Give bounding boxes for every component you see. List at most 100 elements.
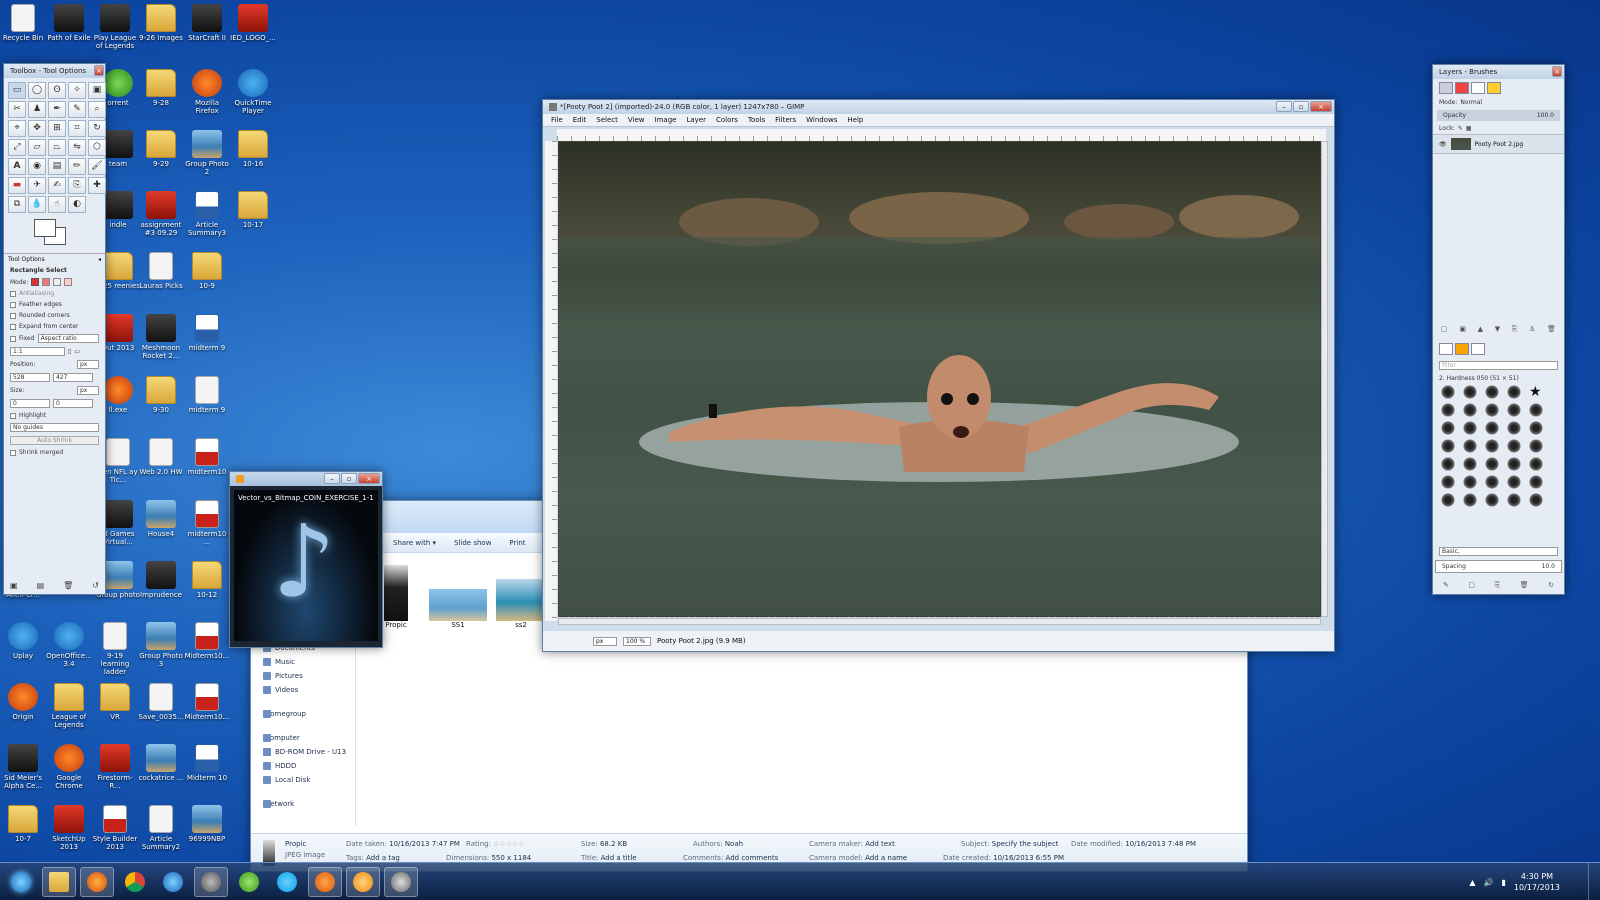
opacity-value[interactable]: 100.0 [1537,112,1554,119]
brush-preset[interactable] [1463,421,1477,435]
lock-alpha-icon[interactable]: ▦ [1466,125,1472,132]
toolbox-titlebar[interactable]: Toolbox - Tool Options × [4,64,105,78]
spacing-row[interactable]: Spacing 10.0 [1435,560,1562,573]
close-icon[interactable]: × [358,473,380,484]
desktop-icon[interactable]: League of Legends [46,683,92,729]
fixed-dropdown[interactable]: Aspect ratio [37,334,99,343]
share-with-button[interactable]: Share with ▾ [393,539,436,547]
nav-network[interactable]: Network [251,797,355,811]
desktop-icon[interactable]: assignment #3 09.29 [138,191,184,237]
lower-layer-icon[interactable]: ▼ [1495,325,1500,334]
desktop-icon[interactable]: Firestorm-R... [92,744,138,790]
lock-pixels-icon[interactable]: ✎ [1458,125,1463,132]
edit-brush-icon[interactable]: ✎ [1443,581,1449,590]
desktop-icon[interactable]: Recycle Bin [0,4,46,42]
desktop-icon[interactable]: QuickTime Player [230,69,276,115]
desktop-icon[interactable]: Play League of Legends [92,4,138,50]
desktop-icon[interactable]: 9-30 [138,376,184,414]
pencil-icon[interactable]: ✏ [68,158,86,175]
mode-replace-icon[interactable] [31,278,40,286]
highlight-checkbox[interactable] [10,412,16,419]
visibility-eye-icon[interactable]: 👁 [1439,141,1447,148]
tab-menu-icon[interactable]: ◂ [98,256,101,263]
desktop-icon[interactable]: 96999NBP [184,805,230,843]
desktop-icon[interactable]: Style Builder 2013 [92,805,138,851]
desktop-icon[interactable]: Meshmoon Rocket 2... [138,314,184,360]
desktop-icon[interactable]: 10-9 [184,252,230,290]
layer-name[interactable]: Pooty Poot 2.jpg [1475,141,1524,148]
taskbar-utorrent[interactable] [232,867,266,897]
zoom-select[interactable]: 100 % [623,636,651,646]
maximize-icon[interactable]: ▫ [1293,101,1309,112]
brush-preset[interactable] [1485,385,1499,399]
taskbar-origin[interactable] [308,866,342,897]
desktop-icon[interactable]: OpenOffice... 3.4 [46,622,92,668]
brush-preset[interactable] [1441,421,1455,435]
desktop-icon[interactable]: 9-26 Images [138,4,184,42]
foreground-color-swatch[interactable] [34,219,56,237]
taskbar-wilber[interactable] [384,866,418,897]
network-icon[interactable]: ▮ [1501,878,1505,887]
authors-value[interactable]: Noah [725,840,743,848]
shrink-merged-checkbox[interactable] [10,449,16,456]
desktop-icon[interactable]: Uplay [0,622,46,660]
rounded-option[interactable]: Rounded corners [4,310,105,321]
nav-homegroup[interactable]: Homegroup [251,707,355,721]
thumb-propic[interactable]: Propic [381,565,411,629]
desktop-icon[interactable]: VR [92,683,138,721]
brush-preset[interactable] [1463,457,1477,471]
brush-preset[interactable] [1463,493,1477,507]
menu-windows[interactable]: Windows [806,116,837,124]
nav-music[interactable]: Music [251,655,355,669]
brushes-tab-icon[interactable] [1439,343,1453,355]
taskbar-skype[interactable] [270,867,304,897]
lasso-icon[interactable]: ʘ [48,82,66,99]
brush-preset[interactable] [1485,475,1499,489]
taskbar-firefox[interactable] [80,866,114,897]
menu-image[interactable]: Image [655,116,677,124]
horizontal-scrollbar[interactable] [558,618,1321,625]
menu-file[interactable]: File [551,116,563,124]
brush-preset[interactable] [1529,475,1543,489]
opacity-row[interactable]: Opacity 100.0 [1437,110,1560,121]
reset-options-icon[interactable]: ↺ [92,581,99,590]
slideshow-button[interactable]: Slide show [454,539,491,547]
unit-select[interactable]: px [593,636,617,646]
nav-local-disk[interactable]: Local Disk [251,773,355,787]
gradients-tab-icon[interactable] [1471,343,1485,355]
rounded-checkbox[interactable] [10,312,16,319]
desktop-icon[interactable]: Midterm10... [184,683,230,721]
maximize-icon[interactable]: ▫ [341,473,357,484]
horizontal-ruler[interactable] [557,129,1326,141]
close-icon[interactable]: × [94,65,104,76]
desktop-icon[interactable]: cockatrice ... [138,744,184,782]
menu-tools[interactable]: Tools [748,116,765,124]
airbrush-icon[interactable]: ✈ [28,177,46,194]
desktop-icon[interactable]: midterm10 [184,438,230,476]
desktop-icon[interactable]: Midterm 10 [184,744,230,782]
desktop-icon[interactable]: 10-7 [0,805,46,843]
brush-preset[interactable] [1485,457,1499,471]
position-y-input[interactable]: 427 [53,373,93,382]
menu-filters[interactable]: Filters [775,116,796,124]
paths-tab-icon[interactable] [1471,82,1485,94]
brush-filter-input[interactable]: filter [1439,361,1558,370]
desktop-icon[interactable]: Lauras Picks [138,252,184,290]
brush-preset[interactable] [1485,439,1499,453]
rect-select-icon[interactable]: ▭ [8,82,26,99]
heal-icon[interactable]: ✚ [88,177,106,194]
new-group-icon[interactable]: ▣ [1459,325,1466,334]
desktop-icon[interactable]: 10-16 [230,130,276,168]
desktop-icon[interactable]: Imprudence [138,561,184,599]
portrait-icon[interactable]: ▯ [68,348,71,355]
fixed-checkbox[interactable] [10,335,16,342]
clock[interactable]: 4:30 PM 10/17/2013 [1514,871,1560,893]
menu-view[interactable]: View [628,116,645,124]
spacing-value[interactable]: 10.0 [1542,563,1555,570]
brush-preset[interactable] [1441,439,1455,453]
camera-model-value[interactable]: Add a name [865,854,907,862]
brush-preset[interactable] [1463,439,1477,453]
auto-shrink-button[interactable]: Auto Shrink [10,436,99,445]
brush-preset[interactable] [1441,475,1455,489]
channels-tab-icon[interactable] [1455,82,1469,94]
